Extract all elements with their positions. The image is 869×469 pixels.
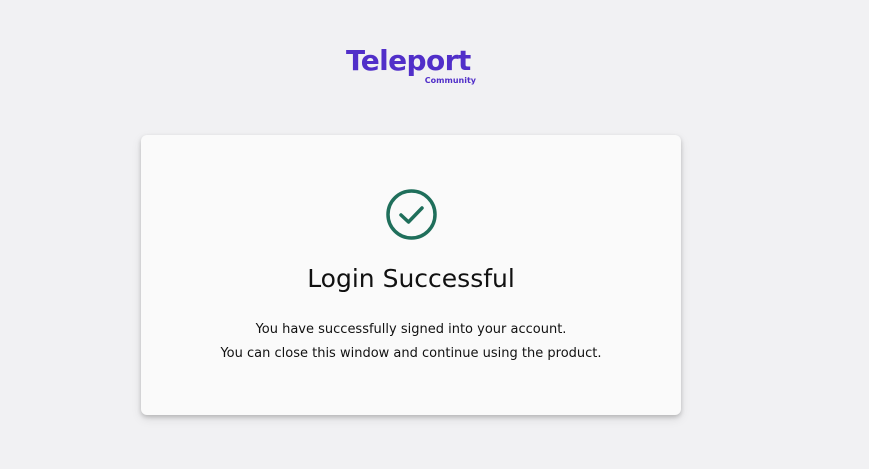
check-circle-icon	[386, 189, 437, 240]
login-success-card: Login Successful You have successfully s…	[141, 135, 681, 415]
success-message-line-1: You have successfully signed into your a…	[255, 322, 567, 337]
logo-wordmark: Teleport	[346, 44, 471, 77]
success-message-line-2: You can close this window and continue u…	[220, 346, 602, 361]
logo-edition: Community	[424, 76, 476, 85]
teleport-logo: Teleport Community	[346, 44, 478, 88]
page-title: Login Successful	[307, 264, 515, 293]
